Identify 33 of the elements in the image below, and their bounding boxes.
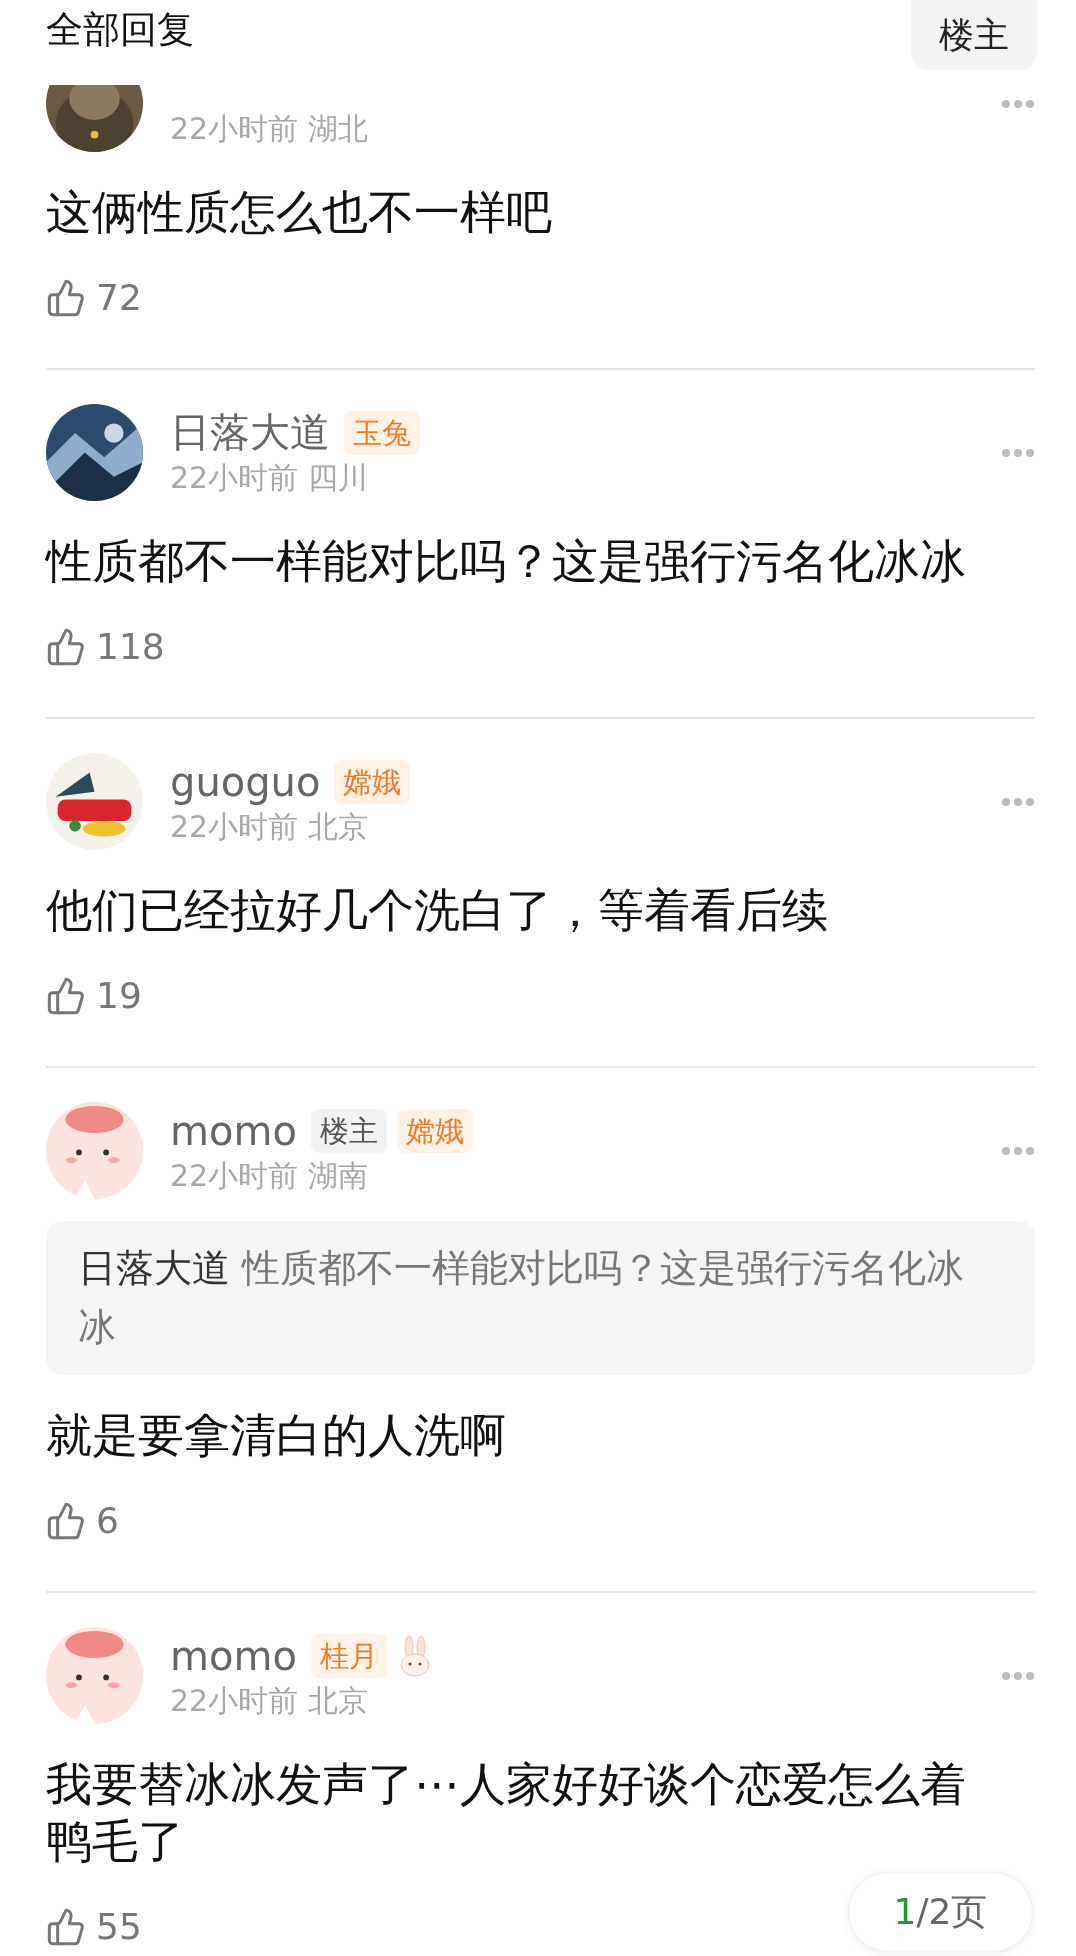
post-meta: 22小时前 湖南 — [170, 1156, 369, 1195]
post-meta: 22小时前 四川 — [170, 458, 369, 497]
thumbs-up-icon[interactable] — [46, 1500, 86, 1541]
section-title: 全部回复 — [46, 8, 194, 52]
user-name[interactable]: guoguo — [170, 758, 321, 805]
thumbs-up-icon[interactable] — [46, 626, 86, 667]
user-name[interactable]: momo — [170, 1632, 297, 1679]
comment-text: 性质都不一样能对比吗？这是强行污名化冰冰 — [46, 533, 966, 590]
user-badge: 楼主 — [310, 1108, 387, 1153]
comment-text: 他们已经拉好几个洗白了，等着看后续 — [46, 882, 828, 939]
page-indicator[interactable]: 1/2页 — [848, 1872, 1033, 1952]
user-badge: 桂月 — [310, 1633, 387, 1678]
user-name[interactable]: momo — [170, 1107, 297, 1154]
thumbs-up-icon[interactable] — [46, 277, 86, 318]
user-name[interactable]: 日落大道 — [170, 405, 330, 460]
quoted-reply: 日落大道 性质都不一样能对比吗？这是强行污名化冰冰 — [46, 1221, 1035, 1375]
like-count: 72 — [96, 277, 142, 318]
thumbs-up-icon[interactable] — [46, 1906, 86, 1947]
comment-text: 这俩性质怎么也不一样吧 — [46, 184, 552, 241]
post-meta: 22小时前 北京 — [170, 807, 369, 846]
user-badge: 嫦娥 — [334, 759, 411, 804]
thumbs-up-icon[interactable] — [46, 975, 86, 1016]
like-count: 55 — [96, 1906, 142, 1947]
like-count: 118 — [96, 626, 165, 667]
filter-button[interactable]: 楼主 — [911, 0, 1037, 70]
like-count: 19 — [96, 975, 142, 1016]
comment-text: 我要替冰冰发声了⋯人家好好谈个恋爱怎么着鸭毛了 — [46, 1756, 967, 1870]
user-badge: 玉兔 — [344, 410, 420, 455]
comment-text: 就是要拿清白的人洗啊 — [46, 1407, 506, 1464]
post-meta: 22小时前 湖北 — [170, 109, 368, 148]
like-count: 6 — [96, 1500, 119, 1541]
user-badge: 嫦娥 — [396, 1108, 473, 1153]
post-meta: 22小时前 北京 — [170, 1681, 369, 1720]
